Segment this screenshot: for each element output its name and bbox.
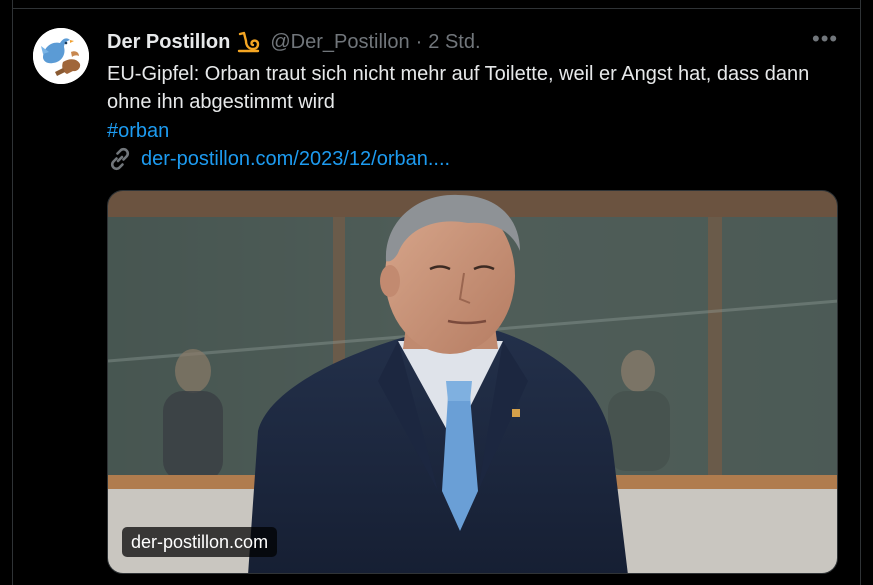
article-link[interactable]: der-postillon.com/2023/12/orban.... (107, 145, 450, 173)
display-name[interactable]: Der Postillon (107, 31, 230, 54)
hashtag-link[interactable]: #orban (107, 117, 169, 145)
card-domain-label: der-postillon.com (122, 527, 278, 557)
link-chain-icon (107, 146, 133, 172)
user-handle[interactable]: @Der_Postillon (270, 31, 409, 54)
politician-photo (108, 191, 837, 573)
postal-horn-icon (236, 29, 262, 55)
avatar[interactable] (33, 28, 89, 84)
top-divider (12, 8, 861, 9)
more-dots-icon[interactable]: ••• (812, 28, 838, 54)
bird-with-horn-logo-icon (33, 28, 89, 84)
timestamp[interactable]: 2 Std. (428, 31, 480, 54)
separator-dot: · (415, 30, 423, 53)
tweet-header: Der Postillon @Der_Postillon · 2 Std. (107, 28, 481, 56)
article-link-text: der-postillon.com/2023/12/orban.... (141, 147, 451, 170)
tweet-text: EU-Gipfel: Orban traut sich nicht mehr a… (107, 63, 810, 113)
link-card-image[interactable] (107, 190, 838, 574)
